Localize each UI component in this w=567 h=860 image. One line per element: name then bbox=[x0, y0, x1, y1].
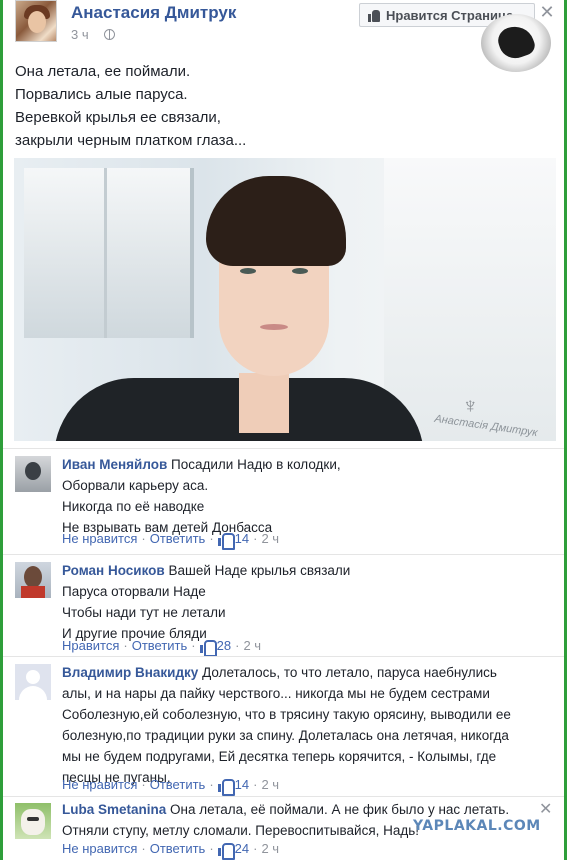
photo-person-eye bbox=[240, 268, 256, 274]
separator-dot: · bbox=[123, 638, 128, 653]
comment-actions: Не нравится · Ответить · 14 · 2 ч bbox=[62, 777, 279, 796]
commenter-avatar[interactable] bbox=[15, 562, 51, 598]
separator-dot: · bbox=[235, 638, 240, 653]
comment-actions: Не нравится · Ответить · 14 · 2 ч bbox=[62, 531, 279, 550]
comment-divider bbox=[3, 656, 564, 657]
comment-divider bbox=[3, 554, 564, 555]
comment-author[interactable]: Luba Smetanina bbox=[62, 802, 166, 817]
post-header: Анастасия Дмитрук 3 ч Нравится Страница … bbox=[3, 0, 564, 72]
separator-dot: · bbox=[141, 531, 146, 546]
thumb-up-icon[interactable] bbox=[217, 842, 235, 860]
comment-time[interactable]: 2 ч bbox=[261, 841, 279, 856]
comment-text-line: Вашей Наде крылья связали bbox=[168, 563, 351, 578]
separator-dot: · bbox=[209, 841, 214, 856]
separator-dot: · bbox=[209, 531, 214, 546]
comment-author[interactable]: Иван Меняйлов bbox=[62, 457, 167, 472]
post-text-line: Порвались алые паруса. bbox=[15, 86, 188, 103]
comment-author[interactable]: Роман Носиков bbox=[62, 563, 165, 578]
photo-person-mouth bbox=[260, 324, 288, 330]
comment-text-line: Посадили Надю в колодки, bbox=[171, 457, 341, 472]
comment-time[interactable]: 2 ч bbox=[243, 638, 261, 653]
comment-text-line: болезную,по традиции руки за спину. Доле… bbox=[62, 728, 509, 743]
comment-text-line: мы не будем подругами, Ей десятка теперь… bbox=[62, 749, 497, 764]
comment-time[interactable]: 2 ч bbox=[261, 777, 279, 792]
comment-author[interactable]: Владимир Внакидку bbox=[62, 665, 198, 680]
reply-link[interactable]: Ответить bbox=[150, 531, 206, 546]
comment-body: Владимир Внакидку Долеталось, то что лет… bbox=[62, 662, 542, 788]
comment-time[interactable]: 2 ч bbox=[261, 531, 279, 546]
dislike-link[interactable]: Не нравится bbox=[62, 531, 137, 546]
comment-divider bbox=[3, 448, 564, 449]
reply-link[interactable]: Ответить bbox=[132, 638, 188, 653]
separator-dot: · bbox=[209, 777, 214, 792]
post-text-line: Веревкой крылья ее связали, bbox=[15, 109, 221, 126]
avatar-face-shape bbox=[28, 11, 46, 33]
separator-dot: · bbox=[253, 841, 258, 856]
comment-actions: Не нравится · Ответить · 24 · 2 ч bbox=[62, 841, 279, 860]
like-count[interactable]: 14 bbox=[235, 777, 249, 792]
globe-icon bbox=[104, 29, 115, 40]
separator-dot: · bbox=[141, 841, 146, 856]
comment-text-line: Она летала, её поймали. А не фик было у … bbox=[170, 802, 510, 817]
thumb-up-icon[interactable] bbox=[217, 778, 235, 796]
dislike-link[interactable]: Не нравится bbox=[62, 777, 137, 792]
comment-text-line: Долеталось, то что летало, паруса наебну… bbox=[202, 665, 497, 680]
trident-emblem-icon: ♆ bbox=[462, 393, 479, 418]
thumb-up-icon[interactable] bbox=[217, 532, 235, 550]
comment-actions: Нравится · Ответить · 28 · 2 ч bbox=[62, 638, 261, 657]
comment-body: Роман Носиков Вашей Наде крылья связали … bbox=[62, 560, 542, 644]
reply-link[interactable]: Ответить bbox=[150, 777, 206, 792]
logo-silhouette-shape bbox=[494, 21, 538, 63]
photo-person-hair bbox=[206, 176, 346, 266]
facebook-post-card: Анастасия Дмитрук 3 ч Нравится Страница … bbox=[3, 0, 564, 860]
separator-dot: · bbox=[141, 777, 146, 792]
author-avatar[interactable] bbox=[15, 0, 57, 42]
site-watermark: YAPLAKAL.COM bbox=[413, 818, 541, 834]
comment-text-line: Никогда по её наводке bbox=[62, 499, 205, 514]
commenter-avatar[interactable] bbox=[15, 803, 51, 839]
separator-dot: · bbox=[191, 638, 196, 653]
author-name[interactable]: Анастасия Дмитрук bbox=[71, 3, 236, 23]
commenter-avatar[interactable] bbox=[15, 456, 51, 492]
post-text-line: закрыли черным платком глаза... bbox=[15, 132, 247, 149]
reply-link[interactable]: Ответить bbox=[150, 841, 206, 856]
comment-text-line: Чтобы нади тут не летали bbox=[62, 605, 226, 620]
comment-text-line: Оборвали карьеру аса. bbox=[62, 478, 209, 493]
post-text: Она летала, ее поймали. Порвались алые п… bbox=[15, 60, 485, 152]
thumb-up-icon[interactable] bbox=[199, 639, 217, 657]
post-photo[interactable]: ♆ Анастасія Дмитрук bbox=[14, 158, 556, 441]
separator-dot: · bbox=[253, 531, 258, 546]
like-link[interactable]: Нравится bbox=[62, 638, 119, 653]
photo-background-window bbox=[24, 168, 194, 338]
comment-text-line: Паруса оторвали Наде bbox=[62, 584, 206, 599]
like-count[interactable]: 24 bbox=[235, 841, 249, 856]
close-icon[interactable]: ✕ bbox=[539, 799, 552, 819]
photo-person-eye bbox=[292, 268, 308, 274]
photo-person-neck bbox=[239, 373, 289, 433]
comment-divider bbox=[3, 796, 564, 797]
watermark-logo bbox=[481, 14, 551, 72]
close-icon[interactable]: ✕ bbox=[537, 2, 557, 22]
comment-text-line: Соболезную,ей соболезную, что в трясину … bbox=[62, 707, 511, 722]
comment-text-line: алы, и на нары да пайку черствого... ник… bbox=[62, 686, 490, 701]
post-text-line: Она летала, ее поймали. bbox=[15, 63, 191, 80]
dislike-link[interactable]: Не нравится bbox=[62, 841, 137, 856]
comment-body: Иван Меняйлов Посадили Надю в колодки, О… bbox=[62, 454, 542, 538]
like-count[interactable]: 28 bbox=[217, 638, 231, 653]
thumb-up-icon bbox=[368, 9, 381, 22]
post-time[interactable]: 3 ч bbox=[71, 27, 89, 42]
separator-dot: · bbox=[253, 777, 258, 792]
commenter-avatar[interactable] bbox=[15, 664, 51, 700]
like-count[interactable]: 14 bbox=[235, 531, 249, 546]
